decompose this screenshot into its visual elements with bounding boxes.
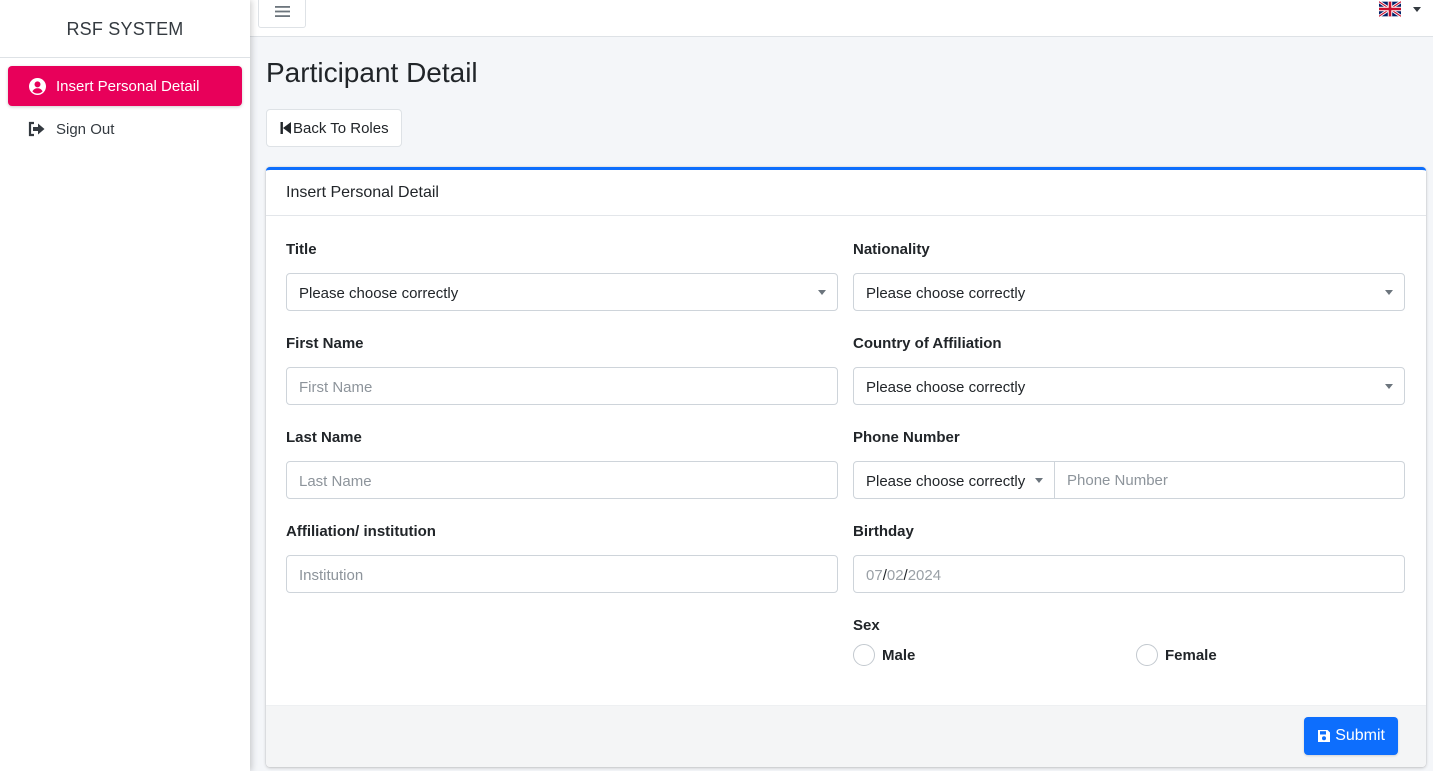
top-navbar <box>250 0 1433 37</box>
menu-toggle-button[interactable] <box>258 0 306 28</box>
country-label: Country of Affiliation <box>853 335 1002 352</box>
birthday-day: 02 <box>886 566 904 584</box>
personal-detail-card: Insert Personal Detail Title Please choo… <box>266 167 1426 767</box>
institution-placeholder: Institution <box>299 566 364 584</box>
first-name-label: First Name <box>286 335 364 352</box>
phone-code-select[interactable]: Please choose correctly <box>853 461 1055 499</box>
caret-down-icon <box>1035 478 1043 483</box>
female-label: Female <box>1165 646 1217 664</box>
sidebar: RSF SYSTEM Insert Personal Detail Sign O… <box>0 0 250 771</box>
phone-label: Phone Number <box>853 429 960 446</box>
sex-option-male[interactable]: Male <box>853 644 915 666</box>
institution-field: Affiliation/ institution Institution <box>286 523 838 593</box>
card-body: Title Please choose correctly First Name… <box>266 216 1426 705</box>
hamburger-icon <box>274 5 290 22</box>
sex-label: Sex <box>853 617 880 634</box>
save-icon <box>1317 729 1331 743</box>
institution-input[interactable]: Institution <box>286 555 838 593</box>
sidebar-item-label: Sign Out <box>56 120 115 138</box>
caret-down-icon <box>1385 384 1393 389</box>
birthday-month: 07 <box>866 566 883 584</box>
sex-option-female[interactable]: Female <box>1136 644 1217 666</box>
submit-label: Submit <box>1335 727 1385 744</box>
first-name-field: First Name First Name <box>286 335 838 405</box>
step-backward-icon <box>280 121 292 135</box>
page-title: Participant Detail <box>266 57 478 88</box>
birthday-value: 07/02/2024 <box>866 565 941 584</box>
title-label: Title <box>286 241 317 258</box>
nationality-select-value: Please choose correctly <box>866 284 1026 302</box>
country-select-value: Please choose correctly <box>866 378 1026 396</box>
birthday-year: 2024 <box>907 566 942 584</box>
last-name-field: Last Name Last Name <box>286 429 838 499</box>
phone-input-group: Please choose correctly Phone Number <box>853 461 1405 499</box>
card-title: Insert Personal Detail <box>266 170 1426 216</box>
birthday-date-input[interactable]: 07/02/2024 <box>853 555 1405 593</box>
birthday-field: Birthday 07/02/2024 <box>853 523 1405 593</box>
sidebar-item-insert-personal-detail[interactable]: Insert Personal Detail <box>8 66 242 106</box>
sidebar-item-label: Insert Personal Detail <box>56 77 200 95</box>
user-circle-icon <box>28 77 46 95</box>
nationality-select[interactable]: Please choose correctly <box>853 273 1405 311</box>
country-field: Country of Affiliation Please choose cor… <box>853 335 1405 405</box>
last-name-placeholder: Last Name <box>299 472 372 490</box>
nationality-label: Nationality <box>853 241 930 258</box>
title-field: Title Please choose correctly <box>286 241 838 311</box>
caret-down-icon <box>818 290 826 295</box>
phone-field: Phone Number Please choose correctly Pho… <box>853 429 1405 499</box>
nationality-field: Nationality Please choose correctly <box>853 241 1405 311</box>
female-radio[interactable] <box>1136 644 1158 666</box>
first-name-input[interactable]: First Name <box>286 367 838 405</box>
main-content: Participant Detail Back To Roles Insert … <box>266 37 1426 767</box>
male-radio[interactable] <box>853 644 875 666</box>
sign-out-icon <box>28 120 46 138</box>
language-dropdown[interactable] <box>1379 0 1421 18</box>
country-select[interactable]: Please choose correctly <box>853 367 1405 405</box>
chevron-down-icon <box>1413 6 1421 12</box>
first-name-placeholder: First Name <box>299 378 373 396</box>
phone-number-input[interactable]: Phone Number <box>1055 461 1405 499</box>
brand-title[interactable]: RSF SYSTEM <box>0 0 250 58</box>
title-select[interactable]: Please choose correctly <box>286 273 838 311</box>
card-footer: Submit <box>266 705 1426 767</box>
institution-label: Affiliation/ institution <box>286 523 436 540</box>
caret-down-icon <box>1385 290 1393 295</box>
back-to-roles-button[interactable]: Back To Roles <box>266 109 402 147</box>
title-select-value: Please choose correctly <box>299 284 459 302</box>
sex-field: Sex <box>853 617 1405 639</box>
sidebar-nav: Insert Personal Detail Sign Out <box>0 58 250 160</box>
submit-button[interactable]: Submit <box>1304 717 1398 755</box>
birthday-label: Birthday <box>853 523 914 540</box>
last-name-label: Last Name <box>286 429 362 446</box>
phone-code-value: Please choose correctly <box>866 472 1026 490</box>
phone-number-placeholder: Phone Number <box>1067 471 1168 489</box>
sidebar-item-sign-out[interactable]: Sign Out <box>8 109 242 149</box>
uk-flag-icon <box>1379 1 1401 17</box>
back-button-label: Back To Roles <box>293 119 389 137</box>
last-name-input[interactable]: Last Name <box>286 461 838 499</box>
male-label: Male <box>882 646 916 664</box>
